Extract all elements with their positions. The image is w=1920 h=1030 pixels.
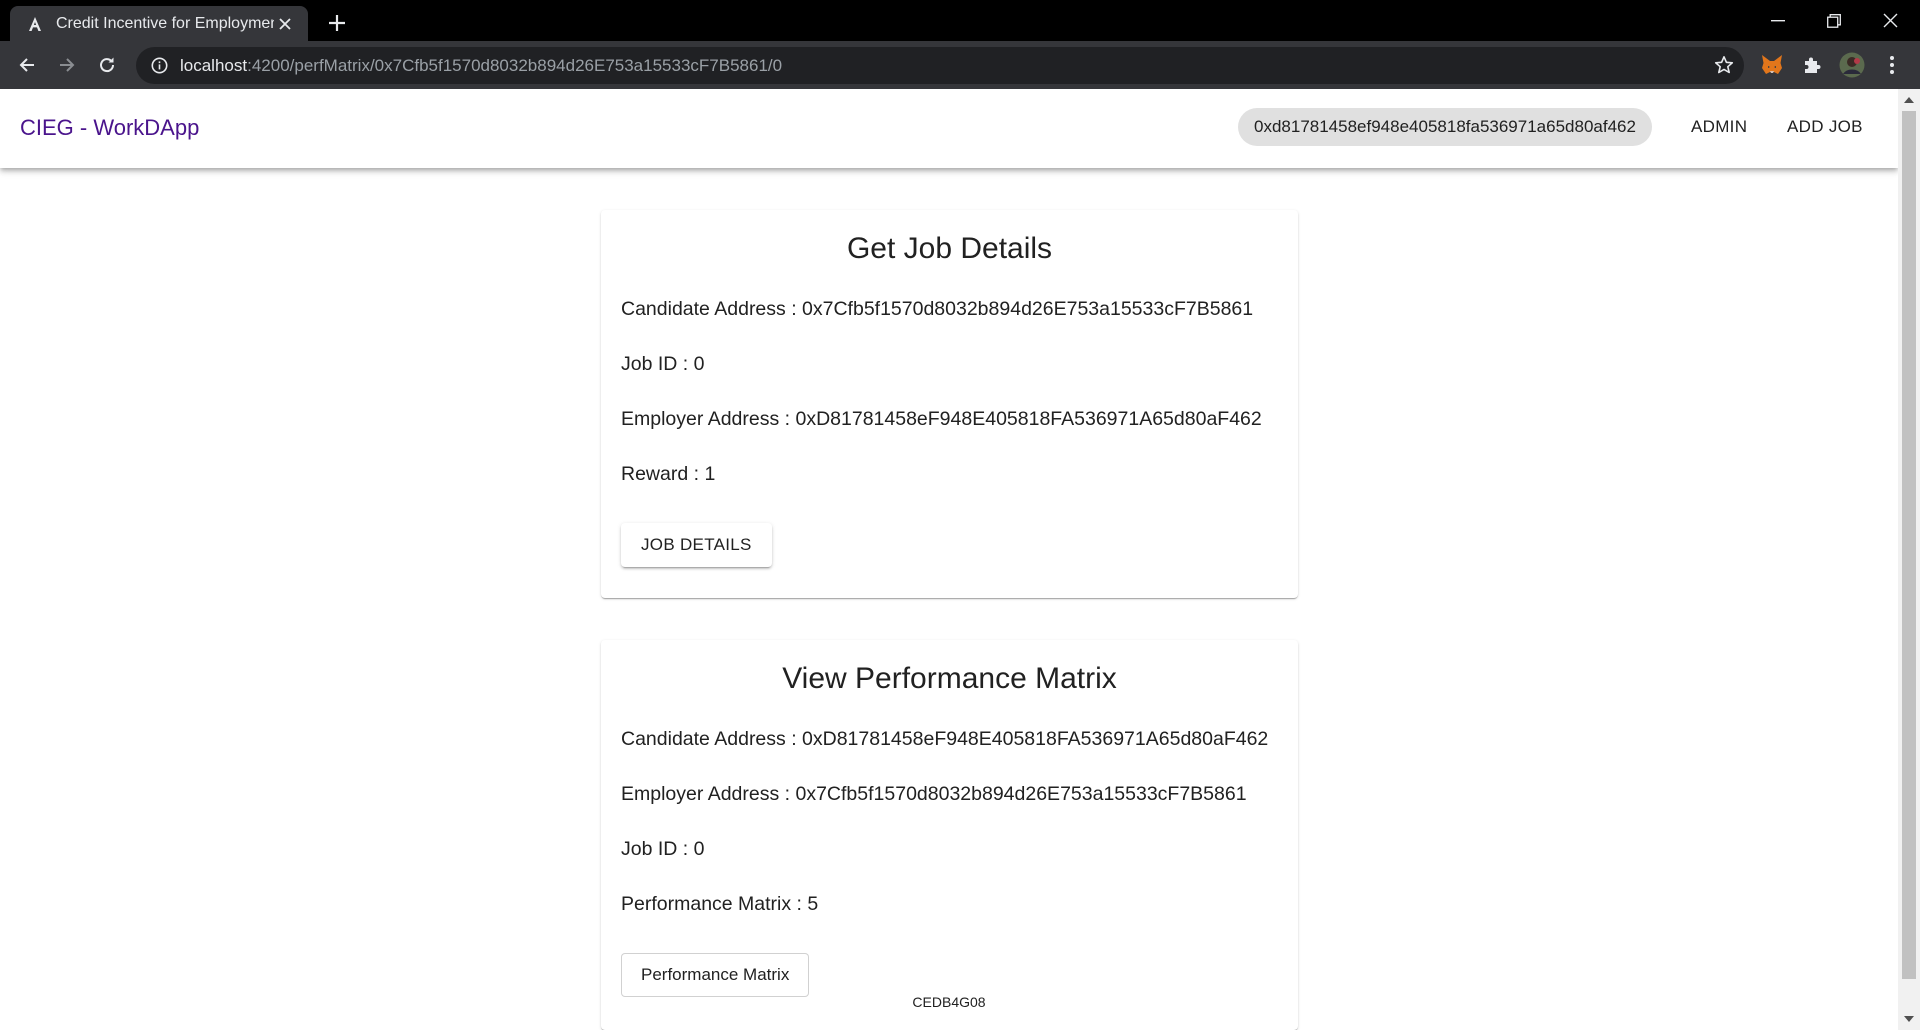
performance-matrix-button[interactable]: Performance Matrix [621,953,810,997]
footer-code: CEDB4G08 [912,994,986,1010]
reward: Reward : 1 [621,463,716,485]
employer-address: Employer Address : 0x7Cfb5f1570d8032b894… [621,783,1247,805]
kebab-menu-icon[interactable] [1878,51,1906,79]
close-window-icon[interactable] [1862,0,1918,41]
angular-a-icon [26,15,44,33]
browser-tab[interactable]: Credit Incentive for Employment [10,6,308,41]
browser-toolbar: localhost:4200/perfMatrix/0x7Cfb5f1570d8… [0,41,1920,89]
app-toolbar: CIEG - WorkDApp 0xd81781458ef948e405818f… [0,89,1898,168]
job-id: Job ID : 0 [621,838,705,860]
candidate-address: Candidate Address : 0x7Cfb5f1570d8032b89… [621,298,1254,320]
card-title: View Performance Matrix [782,662,1117,695]
page-scrollbar[interactable] [1898,89,1920,1030]
job-id: Job ID : 0 [621,353,705,375]
minimize-icon[interactable] [1750,0,1806,41]
arrow-left-icon[interactable] [12,50,42,80]
star-icon[interactable] [1714,55,1734,75]
job-details-card: Get Job Details Candidate Address : 0x7C… [601,210,1298,598]
tab-title: Credit Incentive for Employment [56,14,274,32]
nav-add-job[interactable]: ADD JOB [1787,117,1863,137]
restore-icon[interactable] [1806,0,1862,41]
scroll-down-icon[interactable] [1898,1010,1920,1028]
tab-close-icon[interactable] [274,13,296,35]
scrollbar-thumb[interactable] [1902,111,1916,979]
puzzle-icon[interactable] [1798,51,1826,79]
account-address-chip[interactable]: 0xd81781458ef948e405818fa536971a65d80af4… [1238,108,1652,146]
page-content: CIEG - WorkDApp 0xd81781458ef948e405818f… [0,89,1898,1030]
url-text: localhost:4200/perfMatrix/0x7Cfb5f1570d8… [180,55,783,75]
nav-admin[interactable]: ADMIN [1691,117,1747,137]
reload-icon[interactable] [92,50,122,80]
card-title: Get Job Details [846,232,1053,265]
app-brand[interactable]: CIEG - WorkDApp [20,115,199,141]
fox-icon[interactable] [1758,51,1786,79]
address-bar[interactable]: localhost:4200/perfMatrix/0x7Cfb5f1570d8… [136,47,1744,84]
arrow-right-icon[interactable] [52,50,82,80]
info-circle-icon[interactable] [150,57,168,75]
avatar[interactable] [1838,51,1866,79]
new-tab-button[interactable] [322,8,352,38]
employer-address: Employer Address : 0xD81781458eF948E4058… [621,408,1262,430]
scroll-up-icon[interactable] [1898,91,1920,109]
performance-matrix-value: Performance Matrix : 5 [621,893,819,915]
job-details-button[interactable]: JOB DETAILS [621,523,772,567]
browser-tabstrip: Credit Incentive for Employment [0,0,1920,41]
candidate-address: Candidate Address : 0xD81781458eF948E405… [621,728,1269,750]
performance-matrix-card: View Performance Matrix Candidate Addres… [601,640,1298,1030]
